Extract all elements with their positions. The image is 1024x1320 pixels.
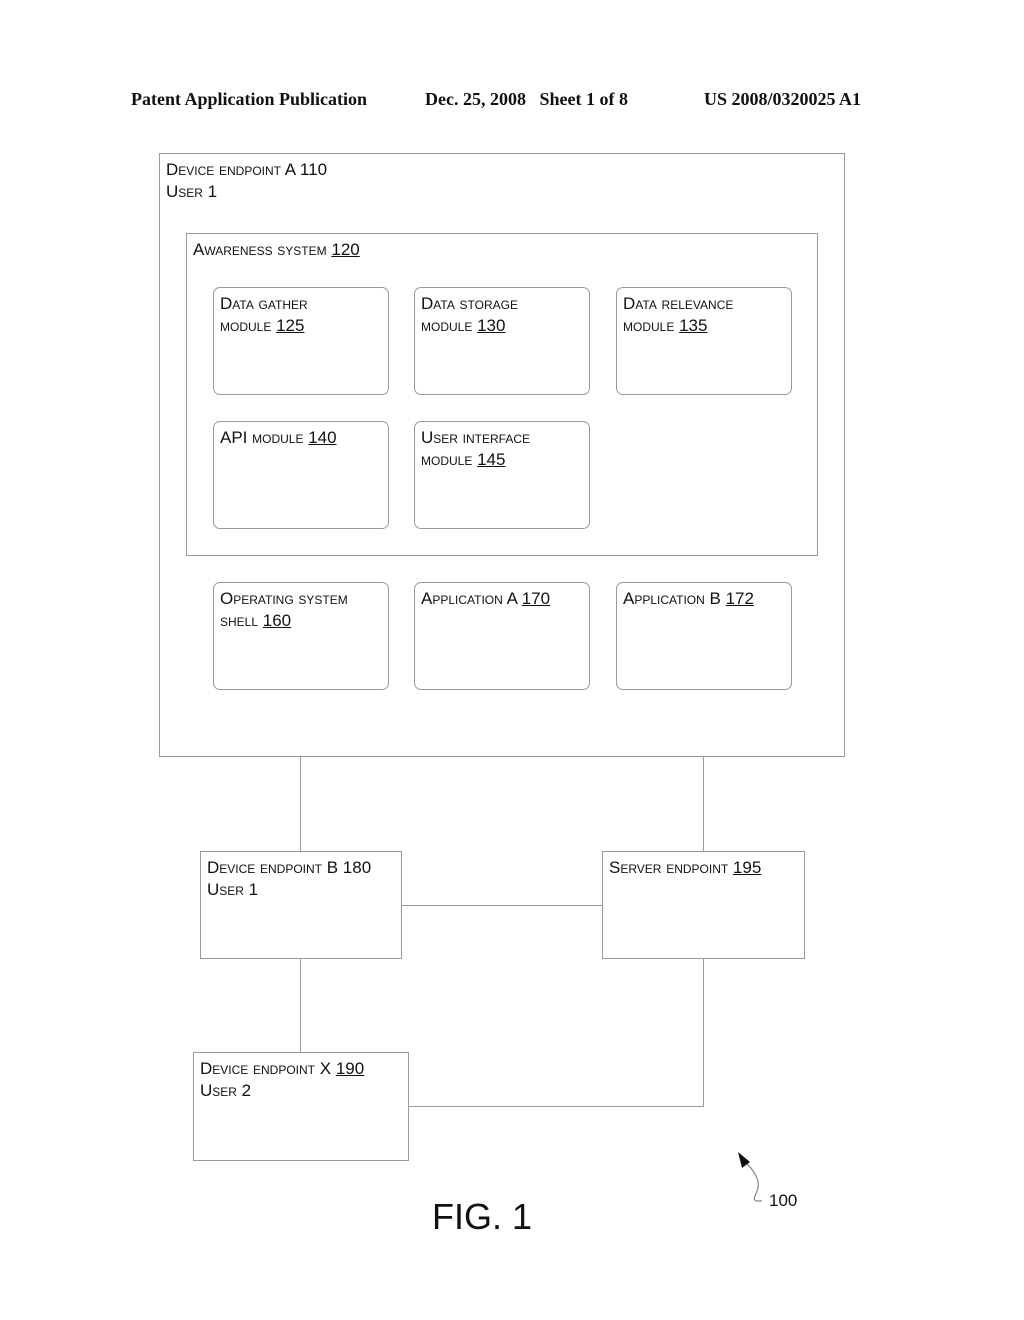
app-a-line1: Application A — [421, 589, 522, 608]
device-endpoint-b-box: Device endpoint B 180 User 1 — [200, 851, 402, 959]
application-a-label: Application A 170 — [421, 588, 550, 610]
os-shell-line2: shell — [220, 611, 263, 630]
data-gather-ref-num: 125 — [276, 316, 305, 335]
data-storage-module-box: Data storage module 130 — [414, 287, 590, 395]
os-shell-ref-num: 160 — [262, 611, 292, 630]
application-a-box: Application A 170 — [414, 582, 590, 690]
figure-reference-number: 100 — [769, 1191, 798, 1210]
header-publication-type: Patent Application Publication — [131, 89, 368, 109]
api-ref-num: 140 — [308, 428, 337, 447]
data-relevance-module-box: Data relevance module 135 — [616, 287, 792, 395]
user-interface-module-label: User interface module 145 — [421, 427, 530, 471]
data-gather-line2: module — [220, 316, 277, 335]
application-b-box: Application B 172 — [616, 582, 792, 690]
device-endpoint-x-label: Device endpoint X 190 User 2 — [200, 1058, 364, 1102]
data-relevance-module-label: Data relevance module 135 — [623, 293, 733, 337]
device-endpoint-a-label: Device endpoint A 110 User 1 — [166, 159, 327, 203]
connector-b-to-x — [300, 959, 301, 1052]
api-module-box: API module 140 — [213, 421, 389, 529]
connector-server-down — [703, 959, 704, 1107]
data-gather-module-box: Data gather module 125 — [213, 287, 389, 395]
app-a-ref-num: 170 — [521, 589, 551, 608]
awareness-title: Awareness system — [193, 240, 332, 259]
api-module-label: API module 140 — [220, 427, 337, 449]
os-shell-label: Operating system shell 160 — [220, 588, 348, 632]
data-storage-module-label: Data storage module 130 — [421, 293, 518, 337]
device-b-title: Device endpoint B 180 — [207, 858, 372, 877]
app-b-line1: Application B — [623, 589, 726, 608]
user-interface-ref-num: 145 — [477, 450, 506, 469]
header-date-sheet: Dec. 25, 2008 Sheet 1 of 8 — [425, 89, 628, 109]
device-a-user: User 1 — [166, 182, 218, 201]
data-relevance-ref-num: 135 — [679, 316, 708, 335]
os-shell-box: Operating system shell 160 — [213, 582, 389, 690]
data-relevance-line1: Data relevance — [623, 294, 734, 313]
data-gather-line1: Data gather — [220, 294, 308, 313]
header-patent-number: US 2008/0320025 A1 — [704, 89, 862, 109]
server-endpoint-box: Server endpoint 195 — [602, 851, 805, 959]
awareness-ref-num: 120 — [331, 240, 360, 259]
server-endpoint-label: Server endpoint 195 — [609, 857, 761, 879]
device-x-ref-num: 190 — [335, 1059, 365, 1078]
data-storage-line2: module — [421, 316, 478, 335]
connector-server-to-x — [408, 1106, 704, 1107]
server-title: Server endpoint — [609, 858, 733, 877]
os-shell-line1: Operating system — [220, 589, 348, 608]
data-storage-ref-num: 130 — [477, 316, 506, 335]
device-a-title: Device endpoint A 110 — [166, 160, 328, 179]
user-interface-line2: module — [421, 450, 478, 469]
connector-b-to-server — [402, 905, 603, 906]
device-endpoint-b-label: Device endpoint B 180 User 1 — [207, 857, 371, 901]
application-b-label: Application B 172 — [623, 588, 754, 610]
server-ref-num: 195 — [732, 858, 762, 877]
data-relevance-line2: module — [623, 316, 680, 335]
device-b-user: User 1 — [207, 880, 259, 899]
figure-caption: FIG. 1 — [432, 1196, 533, 1237]
data-gather-module-label: Data gather module 125 — [220, 293, 308, 337]
api-line1: API module — [220, 428, 309, 447]
data-storage-line1: Data storage — [421, 294, 519, 313]
user-interface-module-box: User interface module 145 — [414, 421, 590, 529]
connector-a-to-b — [300, 757, 301, 851]
awareness-system-label: Awareness system 120 — [193, 239, 360, 261]
device-endpoint-x-box: Device endpoint X 190 User 2 — [193, 1052, 409, 1161]
device-x-title: Device endpoint X — [200, 1059, 336, 1078]
device-x-user: User 2 — [200, 1081, 252, 1100]
app-b-ref-num: 172 — [725, 589, 754, 608]
user-interface-line1: User interface — [421, 428, 531, 447]
connector-a-to-server — [703, 757, 704, 851]
